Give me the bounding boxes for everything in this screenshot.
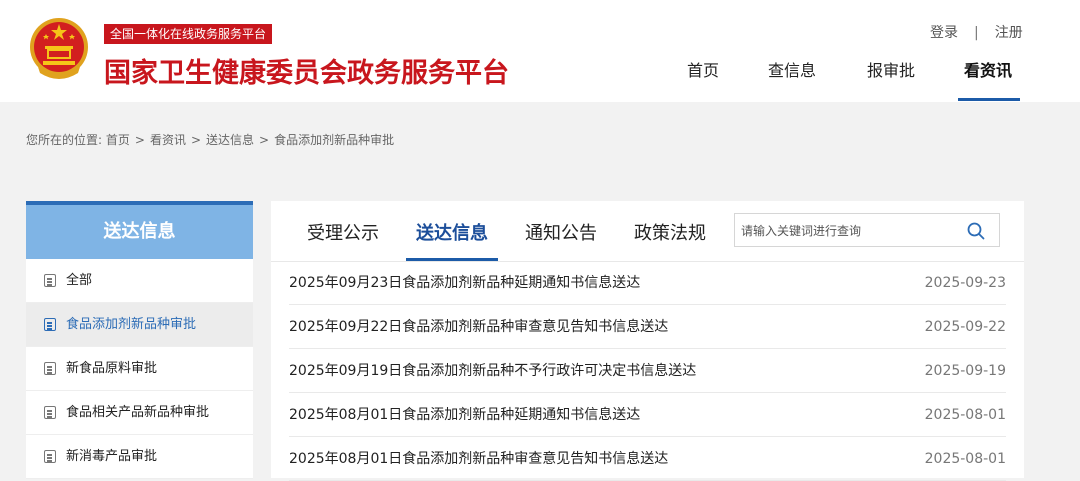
document-icon — [44, 274, 56, 287]
national-emblem-icon[interactable] — [28, 17, 90, 81]
list-item-date: 2025-08-01 — [924, 407, 1006, 423]
register-link[interactable]: 注册 — [995, 22, 1023, 42]
auth-links: 登录 | 注册 — [930, 22, 1023, 42]
list-item[interactable]: 2025年09月19日食品添加剂新品种不予行政许可决定书信息送达 2025-09… — [289, 349, 1006, 393]
list-item[interactable]: 2025年08月01日食品添加剂新品种延期通知书信息送达 2025-08-01 — [289, 393, 1006, 437]
sidebar-item-all[interactable]: 全部 — [26, 259, 253, 303]
list-item-title[interactable]: 2025年09月22日食品添加剂新品种审查意见告知书信息送达 — [289, 305, 668, 349]
sidebar-item-label: 新消毒产品审批 — [66, 449, 158, 464]
sidebar-item-new-food-material[interactable]: 新食品原料审批 — [26, 347, 253, 391]
document-icon — [44, 450, 56, 463]
sidebar-item-label: 新食品原料审批 — [66, 361, 158, 376]
tab-announcements[interactable]: 通知公告 — [525, 219, 597, 245]
nav-news[interactable]: 看资讯 — [964, 57, 1012, 81]
list-item-date: 2025-08-01 — [924, 451, 1006, 467]
login-link[interactable]: 登录 — [930, 22, 958, 42]
sidebar: 送达信息 全部 食品添加剂新品种审批 新食品原料审批 食品相关产品新品种审批 新… — [26, 201, 253, 479]
breadcrumb-separator: > — [190, 133, 202, 147]
nav-home[interactable]: 首页 — [687, 57, 719, 81]
nav-query-info[interactable]: 查信息 — [768, 57, 816, 81]
list-item[interactable]: 2025年09月23日食品添加剂新品种延期通知书信息送达 2025-09-23 — [289, 261, 1006, 305]
tab-acceptance-notice[interactable]: 受理公示 — [307, 219, 379, 245]
auth-separator: | — [974, 25, 979, 41]
sidebar-item-label: 食品添加剂新品种审批 — [66, 317, 197, 332]
search-box — [734, 213, 1000, 248]
list-item-date: 2025-09-22 — [924, 319, 1006, 335]
platform-badge: 全国一体化在线政务服务平台 — [104, 24, 273, 44]
sidebar-item-food-additive[interactable]: 食品添加剂新品种审批 — [26, 303, 253, 347]
breadcrumb-separator: > — [259, 133, 270, 147]
sidebar-heading-label: 送达信息 — [103, 221, 176, 242]
list-item-title[interactable]: 2025年09月19日食品添加剂新品种不予行政许可决定书信息送达 — [289, 349, 696, 393]
search-icon[interactable] — [967, 222, 985, 240]
sidebar-item-label: 全部 — [66, 273, 93, 288]
nav-submit-approval[interactable]: 报审批 — [867, 57, 915, 81]
tab-policies[interactable]: 政策法规 — [634, 219, 706, 245]
list-item-date: 2025-09-23 — [924, 275, 1006, 291]
breadcrumb-item-current: 食品添加剂新品种审批 — [274, 133, 395, 147]
list-item-title[interactable]: 2025年08月01日食品添加剂新品种延期通知书信息送达 — [289, 393, 640, 437]
sidebar-item-disinfection-product[interactable]: 新消毒产品审批 — [26, 435, 253, 479]
list-item-date: 2025-09-19 — [924, 363, 1006, 379]
tab-delivery-info[interactable]: 送达信息 — [416, 219, 488, 245]
search-input[interactable] — [739, 214, 963, 248]
list-item[interactable]: 2025年09月22日食品添加剂新品种审查意见告知书信息送达 2025-09-2… — [289, 305, 1006, 349]
breadcrumb-item-delivery[interactable]: 送达信息 — [206, 131, 254, 148]
site-header: 全国一体化在线政务服务平台 国家卫生健康委员会政务服务平台 登录 | 注册 首页 查… — [0, 0, 1080, 102]
site-title[interactable]: 国家卫生健康委员会政务服务平台 — [104, 51, 509, 90]
breadcrumb-item-home[interactable]: 首页 — [106, 131, 130, 148]
list-item-title[interactable]: 2025年09月23日食品添加剂新品种延期通知书信息送达 — [289, 261, 640, 305]
breadcrumb-prefix: 您所在的位置: — [26, 133, 103, 147]
breadcrumb-separator: > — [134, 133, 145, 147]
document-icon — [44, 362, 56, 375]
sidebar-heading: 送达信息 — [26, 201, 253, 259]
sidebar-item-food-related-product[interactable]: 食品相关产品新品种审批 — [26, 391, 253, 435]
main-content: 受理公示 送达信息 通知公告 政策法规 2025年09月23日食品添加剂新品种延… — [271, 201, 1024, 481]
breadcrumb-item-news[interactable]: 看资讯 — [150, 131, 186, 148]
sidebar-item-label: 食品相关产品新品种审批 — [66, 405, 210, 420]
list-item-title[interactable]: 2025年08月01日食品添加剂新品种审查意见告知书信息送达 — [289, 437, 668, 481]
breadcrumb: 您所在的位置: 首页 > 看资讯 > 送达信息 > 食品添加剂新品种审批 — [26, 131, 394, 148]
document-icon — [44, 406, 56, 419]
document-icon — [44, 318, 56, 331]
nav-active-indicator — [958, 98, 1020, 101]
list-item[interactable]: 2025年08月01日食品添加剂新品种审查意见告知书信息送达 2025-08-0… — [289, 437, 1006, 481]
